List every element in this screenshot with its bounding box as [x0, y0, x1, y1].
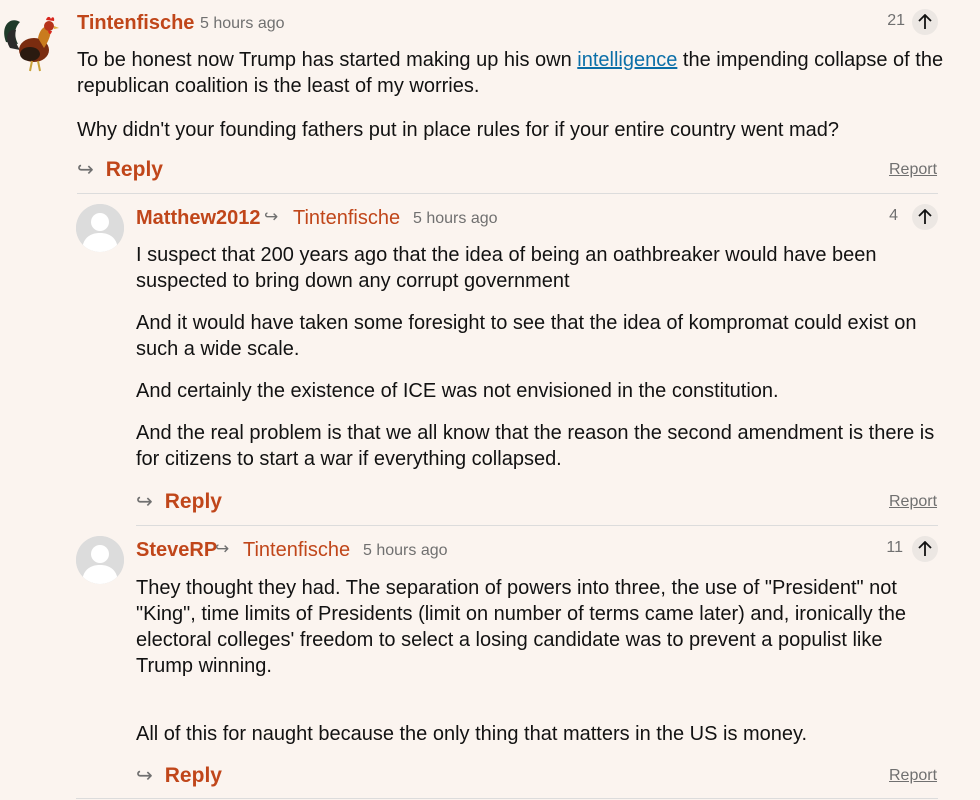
comment-paragraph: And the real problem is that we all know…	[136, 422, 935, 470]
reply-to-username[interactable]: Tintenfische	[293, 207, 400, 230]
divider	[77, 193, 938, 194]
reply-label: Reply	[164, 763, 222, 787]
reply-arrow-icon: ↪	[136, 491, 153, 513]
upvote-button[interactable]	[912, 9, 938, 35]
comment-paragraph: I suspect that 200 years ago that the id…	[136, 244, 877, 292]
vote-count: 11	[886, 539, 903, 556]
default-avatar[interactable]	[76, 536, 124, 584]
username[interactable]: Matthew2012	[136, 207, 261, 230]
reply-label: Reply	[105, 157, 163, 181]
vote-count: 21	[887, 12, 905, 29]
username[interactable]: SteveRP	[136, 539, 217, 562]
reply-arrow-icon: ↪	[136, 765, 153, 787]
report-link[interactable]: Report	[889, 493, 937, 511]
vote-count: 4	[889, 207, 898, 224]
report-link[interactable]: Report	[889, 161, 937, 179]
reply-button[interactable]: ↪ Reply	[136, 763, 222, 788]
timestamp: 5 hours ago	[413, 210, 498, 227]
reply-to-username[interactable]: Tintenfische	[243, 539, 350, 562]
reply-arrow-icon: ↪	[77, 159, 94, 181]
reply-button[interactable]: ↪ Reply	[77, 157, 163, 182]
reply-label: Reply	[164, 489, 222, 513]
reply-button[interactable]: ↪ Reply	[136, 489, 222, 514]
comment-paragraph: And it would have taken some foresight t…	[136, 312, 917, 360]
username[interactable]: Tintenfische	[77, 12, 194, 35]
arrow-up-icon	[918, 209, 932, 224]
comment-paragraph: And certainly the existence of ICE was n…	[136, 380, 779, 402]
upvote-button[interactable]	[912, 204, 938, 230]
comment-body: To be honest now Trump has started makin…	[77, 47, 947, 159]
report-link[interactable]: Report	[889, 767, 937, 785]
arrow-up-icon	[918, 541, 932, 556]
user-silhouette-icon	[76, 204, 124, 252]
comment-paragraph: They thought they had. The separation of…	[136, 577, 907, 677]
comment-paragraph: All of this for naught because the only …	[136, 723, 808, 745]
inline-link[interactable]: intelligence	[577, 49, 677, 71]
default-avatar[interactable]	[76, 204, 124, 252]
comment-body: I suspect that 200 years ago that the id…	[136, 242, 946, 488]
arrow-up-icon	[918, 14, 932, 29]
reply-to-arrow-icon: ↪	[264, 207, 279, 227]
divider	[76, 798, 938, 799]
comment-paragraph: Why didn't your founding fathers put in …	[77, 119, 839, 141]
comment-text: To be honest now Trump has started makin…	[77, 49, 578, 71]
user-silhouette-icon	[76, 536, 124, 584]
reply-to-arrow-icon: ↪	[215, 539, 230, 559]
comment-paragraph: To be honest now Trump has started makin…	[77, 47, 947, 99]
timestamp: 5 hours ago	[363, 542, 448, 559]
upvote-button[interactable]	[912, 536, 938, 562]
divider	[136, 525, 938, 526]
timestamp: 5 hours ago	[200, 15, 285, 32]
rooster-avatar[interactable]	[0, 8, 66, 74]
rooster-icon	[4, 16, 59, 72]
comment-body: They thought they had. The separation of…	[136, 575, 936, 763]
